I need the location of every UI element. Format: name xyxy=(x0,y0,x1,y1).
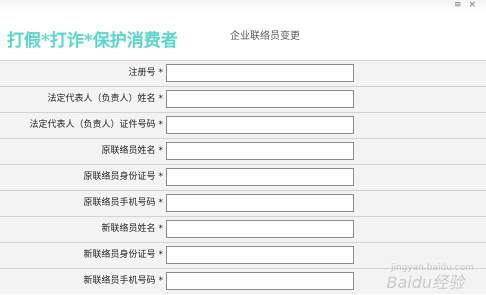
registration-number-input[interactable] xyxy=(166,64,354,82)
form-row-old-liaison-name: 原联络员姓名 * xyxy=(0,138,486,164)
field-label: 新联络员姓名 * xyxy=(101,224,163,234)
baidu-watermark-logo: Baidu经验 xyxy=(386,273,464,292)
top-strip xyxy=(0,0,486,12)
field-label: 法定代表人（负责人）姓名 * xyxy=(47,94,163,104)
form-row-new-liaison-name: 新联络员姓名 * xyxy=(0,216,486,242)
legal-rep-id-input[interactable] xyxy=(166,116,354,134)
old-liaison-name-input[interactable] xyxy=(166,142,354,160)
field-label: 注册号 * xyxy=(128,68,163,78)
field-label: 法定代表人（负责人）证件号码 * xyxy=(29,120,163,130)
form-row-legal-rep-name: 法定代表人（负责人）姓名 * xyxy=(0,86,486,112)
form-row-old-liaison-phone: 原联络员手机号码 * xyxy=(0,190,486,216)
new-liaison-id-input[interactable] xyxy=(166,246,354,264)
new-liaison-name-input[interactable] xyxy=(166,220,354,238)
old-liaison-id-input[interactable] xyxy=(166,168,354,186)
new-liaison-phone-input[interactable] xyxy=(166,272,354,290)
field-label: 新联络员身份证号 * xyxy=(83,250,163,260)
field-label: 原联络员姓名 * xyxy=(101,146,163,156)
old-liaison-phone-input[interactable] xyxy=(166,194,354,212)
slogan-watermark: 打假*打诈*保护消费者 xyxy=(7,31,178,51)
form-title: 企业联络员变更 xyxy=(230,31,300,42)
field-label: 新联络员手机号码 * xyxy=(83,276,163,286)
form-row-old-liaison-id: 原联络员身份证号 * xyxy=(0,164,486,190)
form-row-registration-number: 注册号 * xyxy=(0,60,486,86)
window-controls[interactable]: ≡ × xyxy=(454,0,478,10)
form-row-legal-rep-id: 法定代表人（负责人）证件号码 * xyxy=(0,112,486,138)
field-label: 原联络员手机号码 * xyxy=(83,198,163,208)
legal-rep-name-input[interactable] xyxy=(166,90,354,108)
field-label: 原联络员身份证号 * xyxy=(83,172,163,182)
